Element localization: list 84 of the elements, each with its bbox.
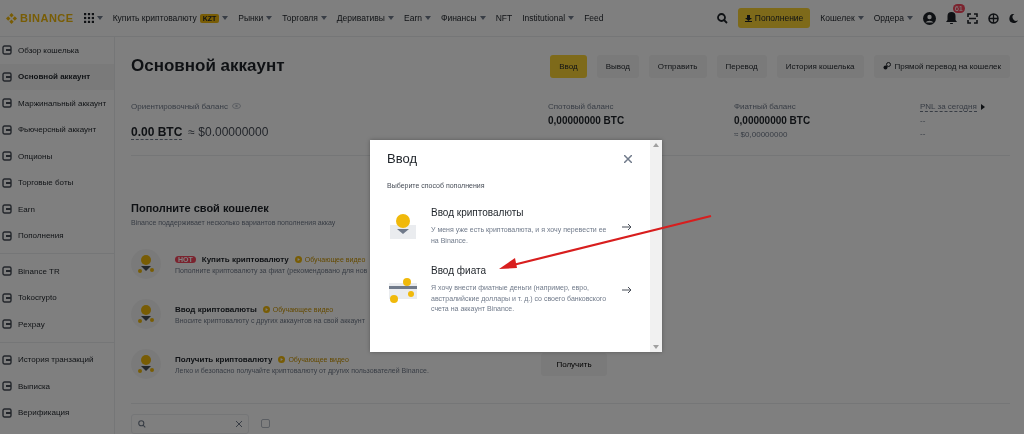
section-title: Пополните свой кошелек [131,201,269,214]
sidebar-item[interactable]: Фьючерсный аккаунт [0,116,114,143]
checkbox[interactable] [261,419,270,429]
option-title: Получить криптовалюту [175,354,273,364]
scan-icon[interactable] [967,12,978,24]
caret-icon [424,16,431,20]
sidebar-item[interactable]: Пополнения [0,222,114,249]
download-icon [744,14,752,22]
pnl-value: -- [920,128,927,138]
user-icon[interactable] [923,11,936,25]
page-title: Основной аккаунт [131,56,285,77]
search-field[interactable] [131,413,249,434]
sidebar-item[interactable]: Tokocrypto [0,284,114,311]
caret-icon [266,16,273,20]
action-button[interactable]: Ввод [550,54,587,78]
balance-label: Ориентировочный баланс [131,101,548,111]
dialog-title: Ввод [387,151,417,166]
globe-icon[interactable] [988,12,999,24]
action-button[interactable]: Перевод [716,54,767,78]
bell-icon[interactable] [946,12,957,24]
nav-menu-item[interactable]: Ордера [873,13,913,23]
caret-icon [907,16,913,20]
transfer-icon [882,62,891,71]
sidebar-item[interactable]: Опционы [0,143,114,170]
balance-value: 0,00000000 BTC [548,114,626,126]
option-title: Купить криптовалюту [201,254,289,264]
sidebar-item[interactable]: Верификация [0,399,114,426]
moon-icon[interactable] [1009,13,1018,23]
pnl-value: -- [920,115,927,125]
caret-icon [222,16,229,20]
grid-icon [83,13,94,23]
deposit-button[interactable]: Пополнение [737,8,811,28]
option-title: Ввод криптовалюты [175,304,257,314]
clear-icon[interactable] [236,420,242,427]
arrow-right-icon[interactable] [622,285,632,294]
logo-text: BINANCE [20,12,74,24]
search-icon[interactable] [716,12,728,24]
play-icon [294,255,302,263]
balance-label: Фиатный баланс [734,101,797,111]
method-title[interactable]: Ввод криптовалюты [431,207,524,218]
caret-icon [320,16,327,20]
pnl-label[interactable]: PNL за сегодня [920,101,977,112]
caret-right-icon[interactable] [980,103,985,110]
sidebar-item[interactable]: Маржинальный аккаунт [0,90,114,117]
action-button[interactable]: Вывод [596,54,639,78]
receive-button[interactable]: Получить [541,352,607,376]
sidebar-item[interactable]: Earn [0,196,114,223]
nav-menu-item[interactable]: Торговля [282,13,327,23]
balance-value: 0,00000000 BTC [734,114,812,126]
balance-label: Спотовый баланс [548,101,615,111]
logo-icon [6,12,17,24]
nav-menu-item[interactable]: Рынки [238,13,273,23]
arrow-right-icon[interactable] [622,222,632,231]
nav-menu-item[interactable]: Кошелек [820,13,864,23]
caret-icon [479,16,486,20]
action-button[interactable]: Прямой перевод на кошелек [873,54,1010,78]
sidebar-item[interactable]: Pexpay [0,311,114,338]
action-button[interactable]: История кошелька [776,54,864,78]
caret-icon [96,16,103,20]
usd-balance: ≈ $0.00000000 [188,124,269,139]
play-icon [278,355,286,363]
nav-menu-item[interactable]: Финансы [440,13,486,23]
sidebar-item[interactable]: Выписка [0,373,114,400]
sidebar-item[interactable]: Торговые боты [0,169,114,196]
caret-icon [857,16,864,20]
sidebar-item[interactable]: Основной аккаунт [0,63,114,90]
play-icon [262,305,270,313]
nav-menu-item[interactable]: Institutional [522,13,575,23]
nav-menu-item[interactable]: Earn [404,13,431,23]
action-button[interactable]: Отправить [648,54,707,78]
nav-menu-item[interactable]: NFT [495,13,513,23]
caret-icon [568,16,575,20]
nav-menu-item[interactable]: Feed [584,13,604,23]
sidebar-item[interactable]: История транзакций [0,346,114,373]
sidebar-item[interactable]: Обзор кошелька [0,37,114,64]
nav-menu-item[interactable]: Деривативы [336,13,394,23]
sidebar-item[interactable]: Binance TR [0,258,114,285]
search-icon [138,419,146,428]
apps-menu[interactable] [83,13,103,23]
btc-balance: 0.00 BTC [131,124,183,140]
method-title[interactable]: Ввод фиата [431,264,486,276]
caret-icon [388,16,394,20]
balance-usd: ≈ $0,00000000 [734,129,789,139]
close-icon[interactable] [624,154,632,163]
